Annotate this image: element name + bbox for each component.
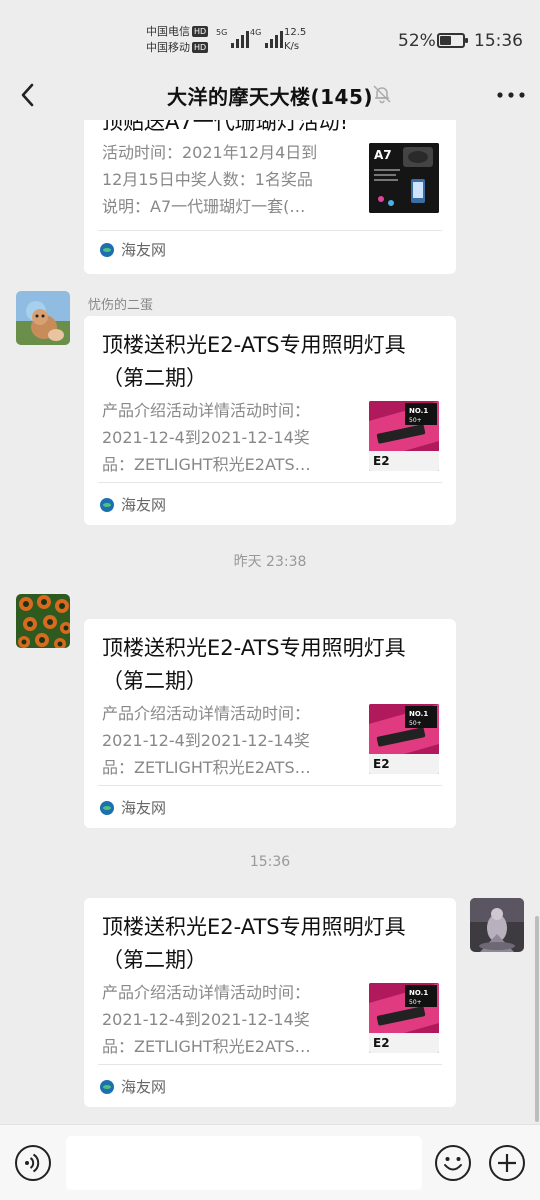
svg-text:50+: 50+ — [409, 999, 422, 1006]
card-title: 顶贴送A7一代珊瑚灯活动! — [102, 120, 349, 134]
card-source: 海友网 — [100, 494, 166, 515]
more-dots-icon[interactable] — [494, 80, 528, 110]
avatar[interactable] — [16, 594, 70, 648]
card-title: 顶楼送积光E2-ATS专用照明灯具（第二期） — [102, 333, 406, 390]
card-thumbnail: A7 — [369, 143, 439, 213]
battery-icon — [437, 33, 468, 48]
carrier-mobile: 中国移动 HD — [146, 41, 209, 54]
message-input[interactable] — [66, 1136, 422, 1190]
thumbnail-label: E2 — [373, 454, 390, 468]
mute-bell-icon — [373, 85, 391, 104]
chat-message-list[interactable]: 顶贴送A7一代珊瑚灯活动! 活动时间：2021年12月4日到 12月15日中奖人… — [0, 120, 540, 1124]
card-thumbnail: NO.1 50+ E2 — [369, 704, 439, 774]
card-description: 产品介绍活动详情活动时间： 2021-12-4到2021-12-14奖 品：ZE… — [102, 704, 311, 777]
svg-text:NO.1: NO.1 — [409, 407, 428, 415]
link-card-message[interactable]: 顶楼送积光E2-ATS专用照明灯具（第二期） 产品介绍活动详情活动时间： 202… — [84, 898, 456, 1107]
source-logo-icon — [100, 1079, 114, 1094]
carrier-telecom: 中国电信 HD — [146, 25, 209, 38]
thumbnail-label: A7 — [374, 148, 392, 162]
svg-text:NO.1: NO.1 — [409, 989, 428, 997]
emoji-icon[interactable] — [434, 1144, 472, 1182]
card-divider — [98, 482, 442, 483]
chat-title[interactable]: 大洋的摩天大楼(145) — [0, 81, 540, 110]
chat-header: 大洋的摩天大楼(145) — [0, 70, 540, 120]
status-clock: 15:36 — [474, 31, 523, 51]
card-description: 活动时间：2021年12月4日到 12月15日中奖人数：1名奖品 说明：A7一代… — [102, 143, 318, 216]
signal-4g-icon: 4G — [250, 28, 284, 48]
sender-name: 忧伤的二蛋 — [88, 298, 154, 313]
battery-percent: 52% — [398, 31, 436, 51]
svg-text:NO.1: NO.1 — [409, 710, 428, 718]
source-name: 海友网 — [121, 241, 167, 259]
card-title: 顶楼送积光E2-ATS专用照明灯具（第二期） — [102, 636, 406, 693]
thumbnail-label: E2 — [373, 1036, 390, 1050]
source-logo-icon — [100, 497, 114, 512]
link-card-message[interactable]: 顶贴送A7一代珊瑚灯活动! 活动时间：2021年12月4日到 12月15日中奖人… — [84, 120, 456, 274]
plus-icon[interactable] — [488, 1144, 526, 1182]
source-logo-icon — [100, 800, 114, 815]
source-name: 海友网 — [121, 496, 167, 514]
card-thumbnail: NO.1 50+ E2 — [369, 983, 439, 1053]
card-description: 产品介绍活动详情活动时间： 2021-12-4到2021-12-14奖 品：ZE… — [102, 401, 311, 474]
my-avatar[interactable] — [470, 898, 524, 952]
card-thumbnail: NO.1 50+ E2 — [369, 401, 439, 471]
card-source: 海友网 — [100, 1076, 166, 1097]
time-divider: 15:36 — [249, 854, 291, 870]
svg-text:50+: 50+ — [409, 720, 422, 727]
avatar[interactable] — [16, 291, 70, 345]
source-name: 海友网 — [121, 799, 167, 817]
input-bar — [0, 1124, 540, 1200]
card-title: 顶楼送积光E2-ATS专用照明灯具（第二期） — [102, 915, 406, 972]
signal-5g-icon: 5G — [216, 28, 250, 48]
status-bar: 中国电信 HD 中国移动 HD 5G 4G 12.5 K/s 52% 15:36 — [0, 0, 540, 70]
source-name: 海友网 — [121, 1078, 167, 1096]
card-divider — [98, 1064, 442, 1065]
card-divider — [98, 230, 442, 231]
link-card-message[interactable]: 顶楼送积光E2-ATS专用照明灯具（第二期） 产品介绍活动详情活动时间： 202… — [84, 619, 456, 828]
card-description: 产品介绍活动详情活动时间： 2021-12-4到2021-12-14奖 品：ZE… — [102, 983, 311, 1056]
link-card-message[interactable]: 顶楼送积光E2-ATS专用照明灯具（第二期） 产品介绍活动详情活动时间： 202… — [84, 316, 456, 525]
card-source: 海友网 — [100, 797, 166, 818]
thumbnail-label: E2 — [373, 757, 390, 771]
battery-fill — [440, 36, 452, 45]
chat-scrollbar[interactable] — [535, 916, 539, 1122]
card-divider — [98, 785, 442, 786]
svg-text:50+: 50+ — [409, 417, 422, 424]
time-divider: 昨天 23:38 — [233, 554, 307, 570]
voice-icon[interactable] — [14, 1144, 52, 1182]
source-logo-icon — [100, 242, 114, 257]
network-speed: 12.5 K/s — [284, 27, 307, 52]
card-source: 海友网 — [100, 239, 166, 260]
